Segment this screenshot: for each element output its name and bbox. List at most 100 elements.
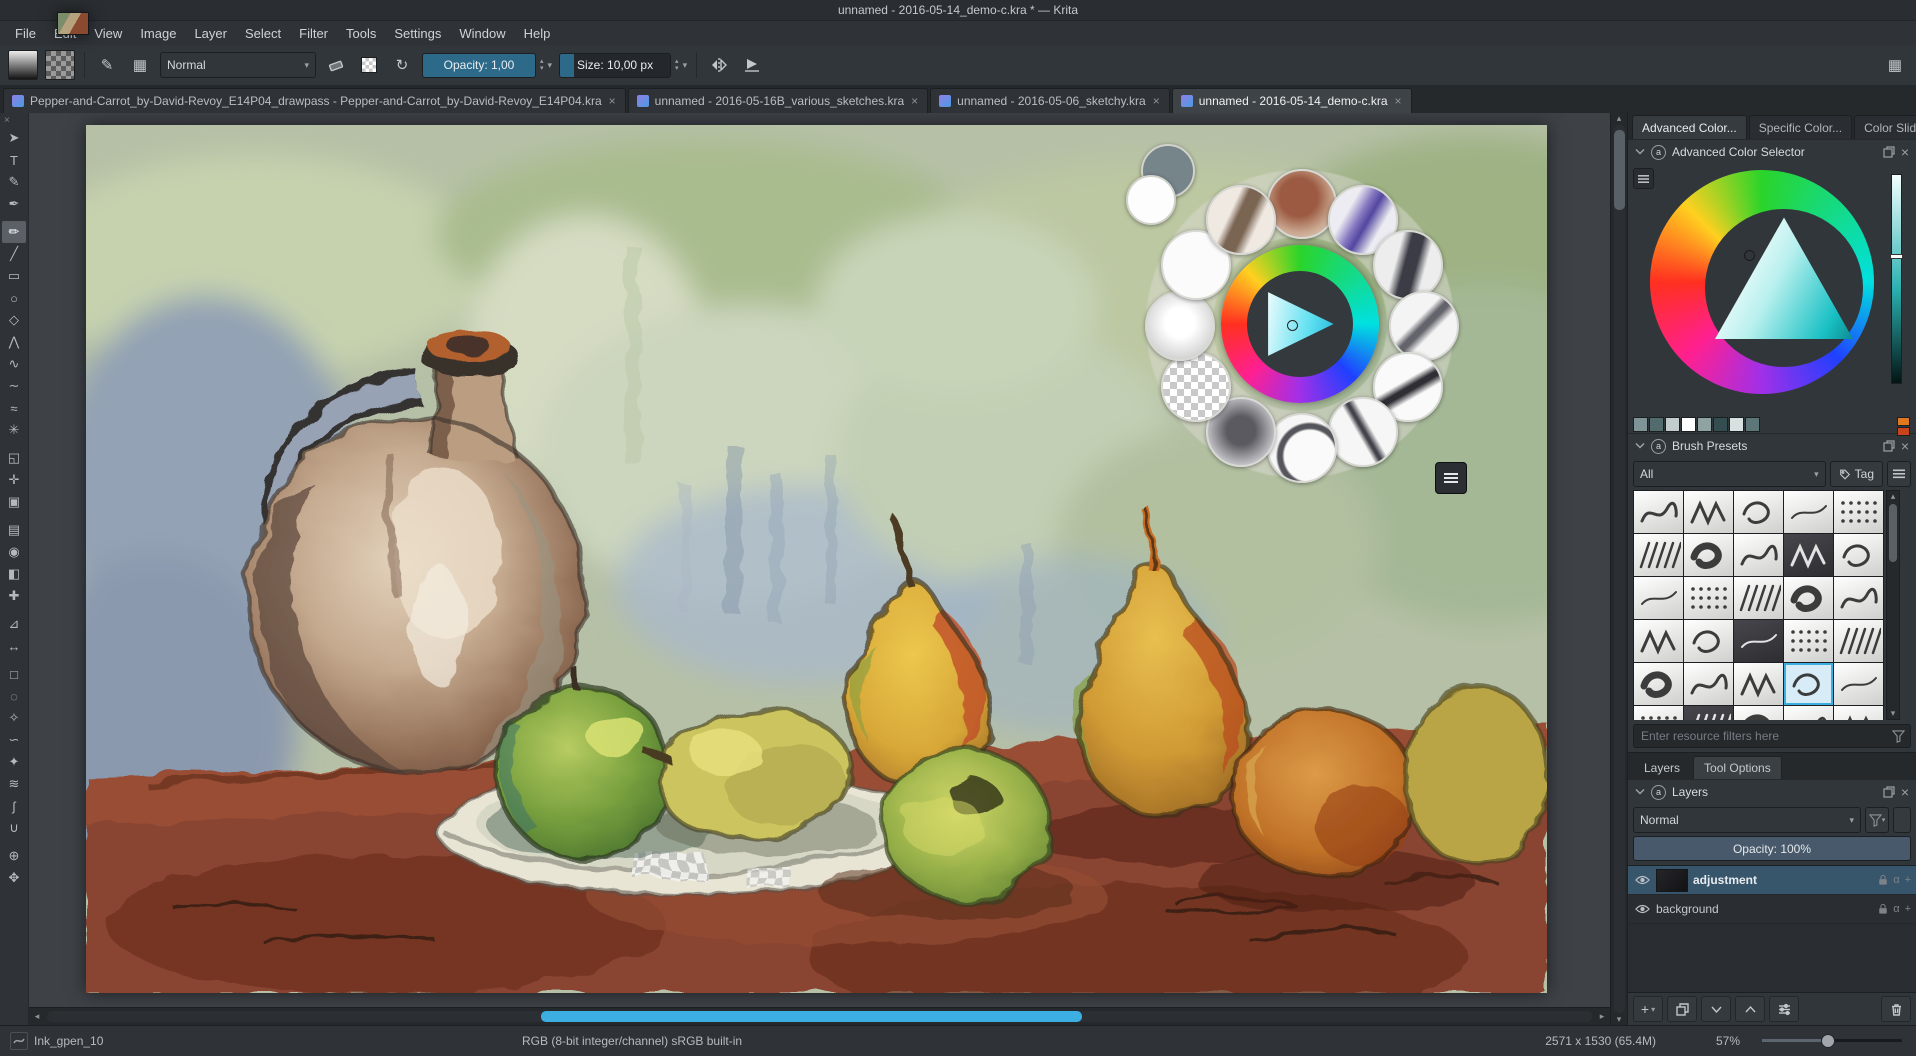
- brush-preset-thumbnail[interactable]: [1784, 663, 1833, 705]
- docker-tab-color-slid-[interactable]: Color Slid...: [1854, 115, 1916, 139]
- presets-menu-button[interactable]: [1887, 461, 1911, 487]
- brush-preset-thumbnail[interactable]: [1834, 706, 1883, 720]
- brush-preset-thumbnail[interactable]: [1784, 577, 1833, 619]
- layer-opacity-slider[interactable]: Opacity: 100%: [1633, 836, 1911, 861]
- filter-funnel-icon[interactable]: [1892, 730, 1905, 743]
- brush-preset-thumbnail[interactable]: [1784, 534, 1833, 576]
- tool-color-sampler-icon[interactable]: ◉: [2, 541, 26, 563]
- tool-elliptical-selection-icon[interactable]: ◌: [2, 685, 26, 707]
- close-docker-icon[interactable]: ×: [1901, 785, 1909, 799]
- tool-freehand-selection-icon[interactable]: ∽: [2, 729, 26, 751]
- preserve-alpha-button[interactable]: [356, 52, 382, 78]
- brush-preset-thumbnail[interactable]: [1684, 620, 1733, 662]
- brush-preset-thumbnail[interactable]: [1734, 663, 1783, 705]
- brush-preset-thumbnail[interactable]: [1684, 491, 1733, 533]
- menu-item-window[interactable]: Window: [450, 23, 514, 44]
- opacity-spinner[interactable]: ▴▾: [540, 58, 544, 72]
- tool-select-shapes-icon[interactable]: ➤: [2, 127, 26, 149]
- menu-item-help[interactable]: Help: [515, 23, 560, 44]
- scroll-right-icon[interactable]: ▸: [1594, 1011, 1610, 1022]
- tool-ellipse-icon[interactable]: ○: [2, 287, 26, 309]
- value-slider[interactable]: [1891, 174, 1902, 384]
- brush-preset-thumbnail[interactable]: [1684, 534, 1733, 576]
- color-history-swatch[interactable]: [1633, 417, 1648, 432]
- layer-filter-button[interactable]: ▾: [1865, 807, 1889, 833]
- layer-blending-mode-combo[interactable]: Normal ▾: [1633, 807, 1861, 833]
- float-docker-icon[interactable]: [1883, 440, 1895, 452]
- color-history-swatch[interactable]: [1897, 427, 1910, 436]
- horizontal-scrollbar[interactable]: ◂ ▸: [29, 1007, 1610, 1025]
- menu-item-tools[interactable]: Tools: [337, 23, 385, 44]
- brush-preset-thumbnail[interactable]: [1784, 620, 1833, 662]
- menu-item-image[interactable]: Image: [131, 23, 185, 44]
- layer-options-icon[interactable]: +: [1905, 874, 1911, 886]
- layer-color-label-button[interactable]: [1893, 807, 1911, 833]
- layer-lock-icon[interactable]: [1878, 874, 1888, 886]
- tab-close-icon[interactable]: ×: [1152, 94, 1161, 108]
- vertical-scrollbar[interactable]: ▴ ▾: [1610, 113, 1627, 1025]
- advanced-color-selector[interactable]: [1628, 164, 1916, 416]
- color-history-swatch[interactable]: [1729, 417, 1744, 432]
- delete-layer-button[interactable]: [1881, 996, 1911, 1022]
- preset-scroll-thumb[interactable]: [1889, 504, 1897, 562]
- brush-preset-thumbnail[interactable]: [1734, 534, 1783, 576]
- docker-tab-advanced-color-[interactable]: Advanced Color...: [1632, 115, 1747, 139]
- hue-wheel[interactable]: [1650, 170, 1874, 394]
- size-slider[interactable]: Size: 10,00 px: [559, 53, 671, 78]
- brush-preset-thumbnail[interactable]: [1834, 663, 1883, 705]
- mirror-horizontal-button[interactable]: [706, 52, 732, 78]
- tool-assistants-icon[interactable]: ⊿: [2, 613, 26, 635]
- move-layer-down-button[interactable]: [1701, 996, 1731, 1022]
- brush-preset-thumbnail[interactable]: [1634, 577, 1683, 619]
- tool-bezier-selection-icon[interactable]: ʃ: [2, 795, 26, 817]
- popup-palette[interactable]: [1130, 154, 1470, 494]
- brush-preset-thumbnail[interactable]: [1734, 491, 1783, 533]
- layer-row-background[interactable]: backgroundα+: [1628, 895, 1916, 924]
- tab-close-icon[interactable]: ×: [910, 94, 919, 108]
- brush-preset-thumbnail[interactable]: [1684, 706, 1733, 720]
- menu-item-settings[interactable]: Settings: [385, 23, 450, 44]
- menu-item-file[interactable]: File: [6, 23, 45, 44]
- menu-item-filter[interactable]: Filter: [290, 23, 337, 44]
- pattern-chooser[interactable]: [45, 50, 75, 80]
- tool-calligraphy-icon[interactable]: ✒: [2, 193, 26, 215]
- chevron-down-icon[interactable]: [1635, 443, 1645, 449]
- resource-filter-input[interactable]: [1639, 728, 1888, 744]
- tool-zoom-icon[interactable]: ⊕: [2, 845, 26, 867]
- tab-close-icon[interactable]: ×: [608, 94, 617, 108]
- brush-preset-thumbnail[interactable]: [1784, 706, 1833, 720]
- brush-preset-thumbnail[interactable]: [1784, 491, 1833, 533]
- docker-tab-layers[interactable]: Layers: [1634, 757, 1690, 779]
- chevron-down-icon[interactable]: [1635, 149, 1645, 155]
- gradient-chooser[interactable]: [8, 50, 38, 80]
- tab-close-icon[interactable]: ×: [1394, 94, 1403, 108]
- tag-button[interactable]: Tag: [1830, 461, 1883, 487]
- document-tab[interactable]: Pepper-and-Carrot_by-David-Revoy_E14P04_…: [3, 88, 626, 113]
- size-spinner[interactable]: ▴▾: [675, 58, 679, 72]
- canvas-view[interactable]: [29, 113, 1610, 1007]
- tool-pan-icon[interactable]: ✥: [2, 867, 26, 889]
- tool-crop-icon[interactable]: ▣: [2, 491, 26, 513]
- tool-polygonal-selection-icon[interactable]: ✧: [2, 707, 26, 729]
- vertical-scroll-thumb[interactable]: [1614, 130, 1625, 210]
- scroll-left-icon[interactable]: ◂: [29, 1011, 45, 1022]
- resource-filter-box[interactable]: [1633, 724, 1911, 748]
- tool-measure-icon[interactable]: ↔: [2, 635, 26, 657]
- close-docker-icon[interactable]: ×: [1901, 439, 1909, 453]
- color-history-swatch[interactable]: [1897, 417, 1910, 426]
- docker-tab-specific-color-[interactable]: Specific Color...: [1749, 115, 1852, 139]
- scroll-up-icon[interactable]: ▴: [1611, 113, 1627, 124]
- palette-recent-color-2[interactable]: [1126, 175, 1176, 225]
- tool-rectangular-selection-icon[interactable]: □: [2, 663, 26, 685]
- duplicate-layer-button[interactable]: [1667, 996, 1697, 1022]
- palette-preset-pen-stroke-icon[interactable]: [1389, 291, 1459, 361]
- palette-preset-bristle-red-icon[interactable]: [1267, 169, 1337, 239]
- menu-item-layer[interactable]: Layer: [185, 23, 236, 44]
- docker-tab-tool-options[interactable]: Tool Options: [1693, 756, 1782, 779]
- color-history-swatch[interactable]: [1649, 417, 1664, 432]
- document-tab[interactable]: unnamed - 2016-05-16B_various_sketches.k…: [628, 88, 929, 113]
- tool-polyline-icon[interactable]: ⋀: [2, 331, 26, 353]
- tool-text-icon[interactable]: T: [2, 149, 26, 171]
- palette-preset-eraser-soft-icon[interactable]: [1145, 291, 1215, 361]
- opacity-slider[interactable]: Opacity: 1,00: [422, 53, 536, 78]
